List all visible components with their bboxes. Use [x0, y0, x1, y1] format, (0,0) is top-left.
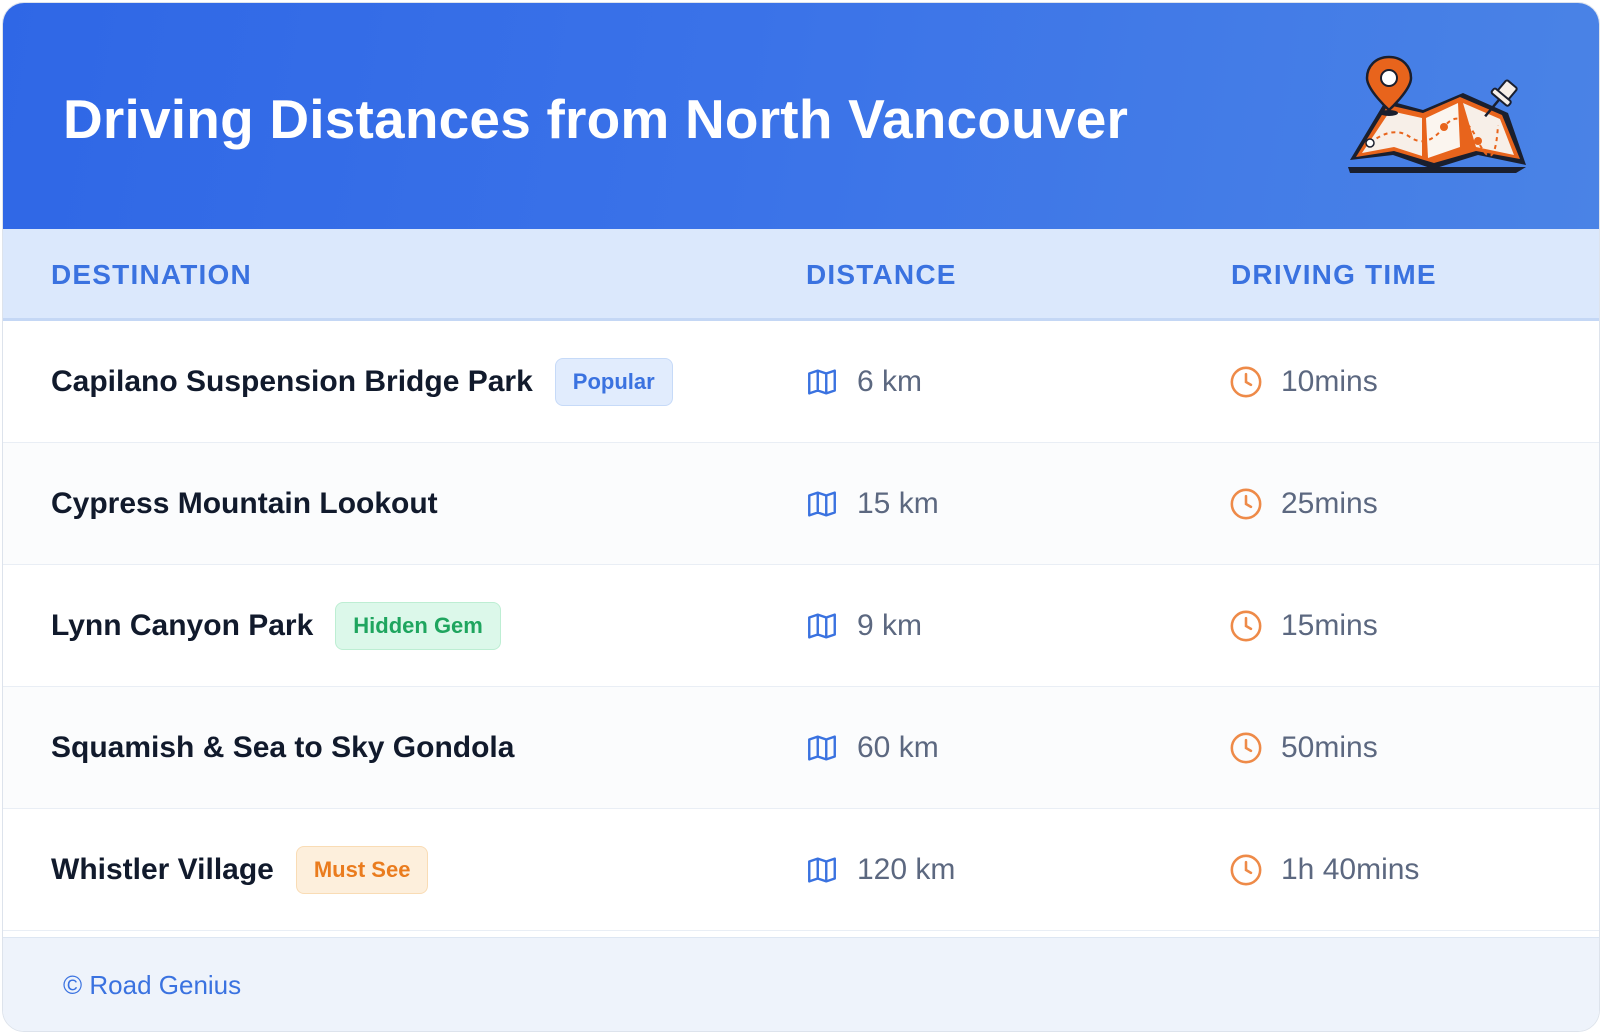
map-icon — [808, 490, 836, 517]
distance-cell: 9 km — [805, 565, 922, 686]
distance-cell: 6 km — [805, 321, 922, 442]
map-pin-illustration-icon — [1348, 55, 1526, 173]
table-row: Capilano Suspension Bridge Park Popular … — [3, 321, 1599, 443]
distance-value: 60 km — [857, 730, 939, 764]
distance-value: 15 km — [857, 486, 939, 520]
table-body: Capilano Suspension Bridge Park Popular … — [3, 321, 1599, 931]
destination-cell: Lynn Canyon Park Hidden Gem — [51, 565, 501, 686]
distance-value: 9 km — [857, 608, 923, 642]
destination-name: Cypress Mountain Lookout — [51, 486, 438, 520]
driving-time-cell: 50mins — [1229, 687, 1378, 808]
distance-cell: 60 km — [805, 687, 939, 808]
driving-time-value: 50mins — [1281, 730, 1378, 764]
destination-name: Whistler Village — [51, 852, 274, 886]
distance-cell: 120 km — [805, 809, 955, 930]
column-destination: DESTINATION — [51, 259, 252, 290]
driving-time-value: 1h 40mins — [1281, 852, 1420, 886]
table-row: Cypress Mountain Lookout 15 km 25mins — [3, 443, 1599, 565]
destination-cell: Cypress Mountain Lookout — [51, 443, 438, 564]
header-banner: Driving Distances from North Vancouver — [3, 3, 1599, 229]
driving-time-cell: 1h 40mins — [1229, 809, 1419, 930]
clock-icon — [1230, 610, 1262, 641]
table-row: Whistler Village Must See 120 km 1h 40mi… — [3, 809, 1599, 931]
clock-icon — [1230, 732, 1262, 763]
destination-cell: Whistler Village Must See — [51, 809, 429, 930]
destination-name: Squamish & Sea to Sky Gondola — [51, 730, 515, 764]
destination-name: Lynn Canyon Park — [51, 608, 314, 642]
hidden-gem-badge: Hidden Gem — [335, 601, 501, 650]
map-icon — [808, 368, 836, 395]
column-distance: DISTANCE — [806, 259, 957, 290]
driving-time-cell: 15mins — [1229, 565, 1378, 686]
driving-time-value: 10mins — [1281, 364, 1378, 398]
table-row: Squamish & Sea to Sky Gondola 60 km 50mi… — [3, 687, 1599, 809]
column-driving-time: DRIVING TIME — [1231, 259, 1437, 290]
distance-value: 6 km — [857, 364, 923, 398]
destination-cell: Squamish & Sea to Sky Gondola — [51, 687, 514, 808]
must-see-badge: Must See — [295, 845, 429, 894]
clock-icon — [1230, 366, 1262, 397]
table-column-header: DESTINATION DISTANCE DRIVING TIME — [3, 229, 1599, 321]
map-icon — [808, 856, 836, 883]
distance-table-card: Driving Distances from North Vancouver D… — [2, 2, 1600, 1032]
driving-time-value: 15mins — [1281, 608, 1378, 642]
driving-time-cell: 10mins — [1229, 321, 1378, 442]
page-title: Driving Distances from North Vancouver — [63, 88, 1129, 150]
map-icon — [808, 612, 836, 639]
clock-icon — [1230, 854, 1262, 885]
destination-name: Capilano Suspension Bridge Park — [51, 364, 533, 398]
distance-cell: 15 km — [805, 443, 939, 564]
driving-time-cell: 25mins — [1229, 443, 1378, 564]
table-row: Lynn Canyon Park Hidden Gem 9 km 15mins — [3, 565, 1599, 687]
map-icon — [808, 734, 836, 761]
distance-value: 120 km — [857, 852, 956, 886]
destination-cell: Capilano Suspension Bridge Park Popular — [51, 321, 673, 442]
footer-credit: © Road Genius — [63, 970, 242, 1000]
popular-badge: Popular — [554, 357, 673, 406]
footer: © Road Genius — [3, 937, 1599, 1031]
driving-time-value: 25mins — [1281, 486, 1378, 520]
clock-icon — [1230, 488, 1262, 519]
